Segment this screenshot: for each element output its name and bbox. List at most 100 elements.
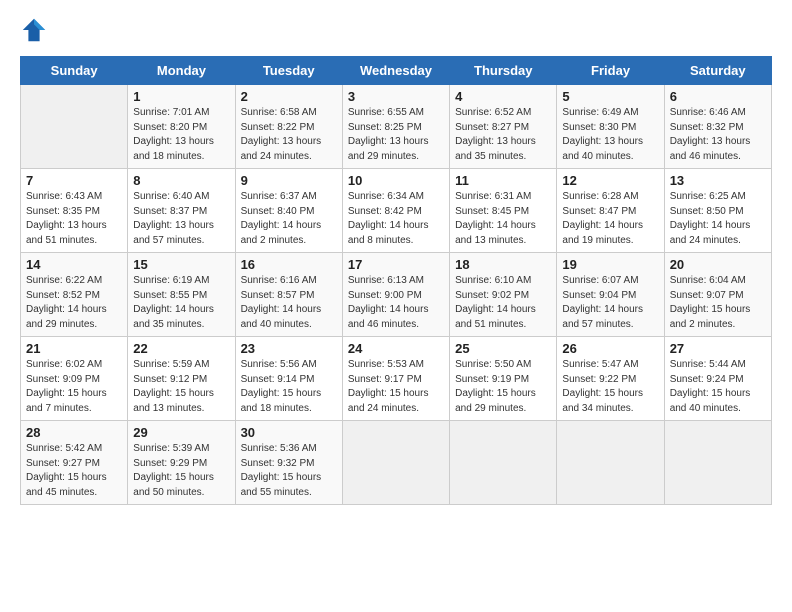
calendar-cell: 27 Sunrise: 5:44 AMSunset: 9:24 PMDayligh… <box>664 337 771 421</box>
day-info: Sunrise: 6:49 AMSunset: 8:30 PMDaylight:… <box>562 106 658 164</box>
header-day: Friday <box>557 57 664 85</box>
logo-icon <box>20 16 48 44</box>
day-info: Sunrise: 6:25 AMSunset: 8:50 PMDaylight:… <box>670 190 766 248</box>
calendar-cell: 15Sunrise: 6:19 AMSunset: 8:55 PMDayligh… <box>128 253 235 337</box>
day-number: 30 <box>241 425 337 440</box>
day-info: Sunrise: 6:37 AMSunset: 8:40 PMDaylight:… <box>241 190 337 248</box>
day-number: 26 <box>562 341 658 356</box>
header-day: Saturday <box>664 57 771 85</box>
day-info: Sunrise: 6:19 AMSunset: 8:55 PMDaylight:… <box>133 274 229 332</box>
day-info: Sunrise: 5:59 AMSunset: 9:12 PMDaylight:… <box>133 358 229 416</box>
day-info: Sunrise: 6:13 AMSunset: 9:00 PMDaylight:… <box>348 274 444 332</box>
day-info: Sunrise: 6:16 AMSunset: 8:57 PMDaylight:… <box>241 274 337 332</box>
calendar-week-row: 7 Sunrise: 6:43 AMSunset: 8:35 PMDaylight… <box>21 169 772 253</box>
day-info: Sunrise: 6:10 AMSunset: 9:02 PMDaylight:… <box>455 274 551 332</box>
calendar-cell <box>450 421 557 505</box>
day-number: 27 <box>670 341 766 356</box>
day-number: 23 <box>241 341 337 356</box>
day-info: Sunrise: 5:36 AMSunset: 9:32 PMDaylight:… <box>241 442 337 500</box>
day-number: 3 <box>348 89 444 104</box>
day-info: Sunrise: 7:01 AMSunset: 8:20 PMDaylight:… <box>133 106 229 164</box>
day-number: 5 <box>562 89 658 104</box>
calendar-cell: 16 Sunrise: 6:16 AMSunset: 8:57 PMDayligh… <box>235 253 342 337</box>
day-info: Sunrise: 6:52 AMSunset: 8:27 PMDaylight:… <box>455 106 551 164</box>
day-number: 7 <box>26 173 122 188</box>
header-day: Wednesday <box>342 57 449 85</box>
day-number: 13 <box>670 173 766 188</box>
day-number: 4 <box>455 89 551 104</box>
day-number: 9 <box>241 173 337 188</box>
calendar-cell <box>557 421 664 505</box>
calendar-cell: 6 Sunrise: 6:46 AMSunset: 8:32 PMDaylight… <box>664 85 771 169</box>
day-info: Sunrise: 5:53 AMSunset: 9:17 PMDaylight:… <box>348 358 444 416</box>
day-info: Sunrise: 5:44 AMSunset: 9:24 PMDaylight:… <box>670 358 766 416</box>
calendar-cell: 24 Sunrise: 5:53 AMSunset: 9:17 PMDayligh… <box>342 337 449 421</box>
day-number: 8 <box>133 173 229 188</box>
header-day: Tuesday <box>235 57 342 85</box>
calendar-cell: 23 Sunrise: 5:56 AMSunset: 9:14 PMDayligh… <box>235 337 342 421</box>
day-info: Sunrise: 6:40 AMSunset: 8:37 PMDaylight:… <box>133 190 229 248</box>
day-info: Sunrise: 6:31 AMSunset: 8:45 PMDaylight:… <box>455 190 551 248</box>
day-number: 12 <box>562 173 658 188</box>
day-info: Sunrise: 6:55 AMSunset: 8:25 PMDaylight:… <box>348 106 444 164</box>
day-info: Sunrise: 6:04 AMSunset: 9:07 PMDaylight:… <box>670 274 766 332</box>
calendar-cell: 22Sunrise: 5:59 AMSunset: 9:12 PMDayligh… <box>128 337 235 421</box>
header-day: Sunday <box>21 57 128 85</box>
calendar-body: 1 Sunrise: 7:01 AMSunset: 8:20 PMDaylight… <box>21 85 772 505</box>
calendar-table: SundayMondayTuesdayWednesdayThursdayFrid… <box>20 56 772 505</box>
day-number: 21 <box>26 341 122 356</box>
header-day: Thursday <box>450 57 557 85</box>
day-number: 2 <box>241 89 337 104</box>
day-info: Sunrise: 5:50 AMSunset: 9:19 PMDaylight:… <box>455 358 551 416</box>
day-number: 16 <box>241 257 337 272</box>
day-info: Sunrise: 6:46 AMSunset: 8:32 PMDaylight:… <box>670 106 766 164</box>
calendar-week-row: 28Sunrise: 5:42 AMSunset: 9:27 PMDayligh… <box>21 421 772 505</box>
calendar-week-row: 14 Sunrise: 6:22 AMSunset: 8:52 PMDayligh… <box>21 253 772 337</box>
calendar-cell: 5 Sunrise: 6:49 AMSunset: 8:30 PMDaylight… <box>557 85 664 169</box>
calendar-cell: 18 Sunrise: 6:10 AMSunset: 9:02 PMDayligh… <box>450 253 557 337</box>
day-number: 25 <box>455 341 551 356</box>
calendar-cell: 20 Sunrise: 6:04 AMSunset: 9:07 PMDayligh… <box>664 253 771 337</box>
day-info: Sunrise: 6:02 AMSunset: 9:09 PMDaylight:… <box>26 358 122 416</box>
calendar-cell: 10Sunrise: 6:34 AMSunset: 8:42 PMDayligh… <box>342 169 449 253</box>
calendar-cell: 14 Sunrise: 6:22 AMSunset: 8:52 PMDayligh… <box>21 253 128 337</box>
calendar-cell: 25 Sunrise: 5:50 AMSunset: 9:19 PMDayligh… <box>450 337 557 421</box>
calendar-cell: 21 Sunrise: 6:02 AMSunset: 9:09 PMDayligh… <box>21 337 128 421</box>
day-number: 29 <box>133 425 229 440</box>
calendar-cell: 1 Sunrise: 7:01 AMSunset: 8:20 PMDaylight… <box>128 85 235 169</box>
day-number: 1 <box>133 89 229 104</box>
header-row: SundayMondayTuesdayWednesdayThursdayFrid… <box>21 57 772 85</box>
calendar-cell: 12 Sunrise: 6:28 AMSunset: 8:47 PMDayligh… <box>557 169 664 253</box>
day-number: 20 <box>670 257 766 272</box>
calendar-cell <box>21 85 128 169</box>
day-number: 6 <box>670 89 766 104</box>
calendar-cell <box>664 421 771 505</box>
day-info: Sunrise: 6:43 AMSunset: 8:35 PMDaylight:… <box>26 190 122 248</box>
day-number: 28 <box>26 425 122 440</box>
day-info: Sunrise: 6:34 AMSunset: 8:42 PMDaylight:… <box>348 190 444 248</box>
calendar-cell: 19Sunrise: 6:07 AMSunset: 9:04 PMDayligh… <box>557 253 664 337</box>
day-number: 17 <box>348 257 444 272</box>
calendar-cell: 13 Sunrise: 6:25 AMSunset: 8:50 PMDayligh… <box>664 169 771 253</box>
day-info: Sunrise: 5:47 AMSunset: 9:22 PMDaylight:… <box>562 358 658 416</box>
calendar-week-row: 1 Sunrise: 7:01 AMSunset: 8:20 PMDaylight… <box>21 85 772 169</box>
day-number: 24 <box>348 341 444 356</box>
logo <box>20 16 52 44</box>
day-info: Sunrise: 5:56 AMSunset: 9:14 PMDaylight:… <box>241 358 337 416</box>
day-number: 18 <box>455 257 551 272</box>
day-info: Sunrise: 6:22 AMSunset: 8:52 PMDaylight:… <box>26 274 122 332</box>
calendar-cell: 11Sunrise: 6:31 AMSunset: 8:45 PMDayligh… <box>450 169 557 253</box>
calendar-cell: 26 Sunrise: 5:47 AMSunset: 9:22 PMDayligh… <box>557 337 664 421</box>
calendar-cell: 8 Sunrise: 6:40 AMSunset: 8:37 PMDaylight… <box>128 169 235 253</box>
header <box>20 16 772 44</box>
day-info: Sunrise: 6:07 AMSunset: 9:04 PMDaylight:… <box>562 274 658 332</box>
calendar-cell: 9 Sunrise: 6:37 AMSunset: 8:40 PMDaylight… <box>235 169 342 253</box>
day-number: 14 <box>26 257 122 272</box>
calendar-cell: 3 Sunrise: 6:55 AMSunset: 8:25 PMDaylight… <box>342 85 449 169</box>
calendar-cell: 29Sunrise: 5:39 AMSunset: 9:29 PMDayligh… <box>128 421 235 505</box>
calendar-header: SundayMondayTuesdayWednesdayThursdayFrid… <box>21 57 772 85</box>
calendar-cell <box>342 421 449 505</box>
calendar-week-row: 21 Sunrise: 6:02 AMSunset: 9:09 PMDayligh… <box>21 337 772 421</box>
day-info: Sunrise: 6:28 AMSunset: 8:47 PMDaylight:… <box>562 190 658 248</box>
calendar-cell: 2Sunrise: 6:58 AMSunset: 8:22 PMDaylight… <box>235 85 342 169</box>
